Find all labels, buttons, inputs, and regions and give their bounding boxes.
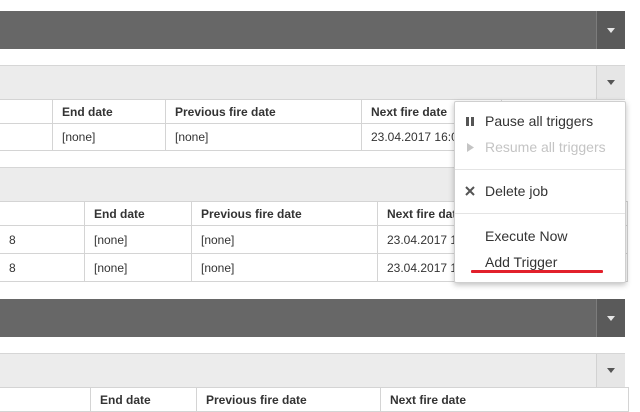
pause-icon <box>455 116 485 126</box>
close-icon <box>455 186 485 196</box>
play-icon <box>455 142 485 152</box>
cell-start-date: 8 <box>0 253 85 282</box>
job-1-triggers-table: End date Previous fire date Next fire da… <box>0 99 502 151</box>
job-3-header <box>0 353 625 388</box>
column-header-start <box>0 99 53 124</box>
cell-previous-fire-date: [none] <box>191 253 378 282</box>
menu-item-delete-job[interactable]: Delete job <box>455 179 625 203</box>
column-header-start <box>0 201 85 226</box>
cell-end-date: [none] <box>52 123 166 151</box>
caret-down-icon <box>607 315 615 321</box>
table-header-row: End date Previous fire date Next fire da… <box>0 99 502 124</box>
group-header-bar-1 <box>0 11 625 49</box>
group-2-toggle-button[interactable] <box>596 299 625 337</box>
menu-separator <box>455 213 625 214</box>
column-header-previous-fire-date: Previous fire date <box>191 201 378 226</box>
job-actions-menu: Pause all triggers Resume all triggers D… <box>454 101 626 283</box>
group-header-bar-2 <box>0 299 625 337</box>
menu-item-label: Pause all triggers <box>485 113 594 129</box>
highlight-underline <box>471 270 603 273</box>
column-header-previous-fire-date: Previous fire date <box>165 99 362 124</box>
cell-previous-fire-date: [none] <box>165 123 362 151</box>
caret-down-icon <box>607 368 615 373</box>
cell-previous-fire-date: [none] <box>191 225 378 254</box>
job-3-actions-toggle-button[interactable] <box>596 354 625 387</box>
column-header-end-date: End date <box>52 99 166 124</box>
cell-end-date: [none] <box>84 225 192 254</box>
table-row: [none] [none] 23.04.2017 16:0 <box>0 123 502 151</box>
menu-separator <box>455 169 625 170</box>
column-header-end-date: End date <box>84 201 192 226</box>
menu-item-label: Resume all triggers <box>485 139 606 155</box>
cell-end-date: [none] <box>84 253 192 282</box>
menu-item-resume-all-triggers: Resume all triggers <box>455 135 625 159</box>
job-1-header <box>0 65 625 100</box>
job-1-actions-toggle-button[interactable] <box>596 66 625 99</box>
menu-item-label: Add Trigger <box>485 254 558 270</box>
cell-start-date <box>0 123 53 151</box>
cell-start-date: 8 <box>0 225 85 254</box>
menu-item-pause-all-triggers[interactable]: Pause all triggers <box>455 109 625 133</box>
group-1-toggle-button[interactable] <box>596 11 625 49</box>
menu-item-label: Execute Now <box>485 228 568 244</box>
menu-item-label: Delete job <box>485 183 549 199</box>
caret-down-icon <box>607 27 615 33</box>
menu-item-execute-now[interactable]: Execute Now <box>455 224 625 248</box>
caret-down-icon <box>607 80 615 85</box>
